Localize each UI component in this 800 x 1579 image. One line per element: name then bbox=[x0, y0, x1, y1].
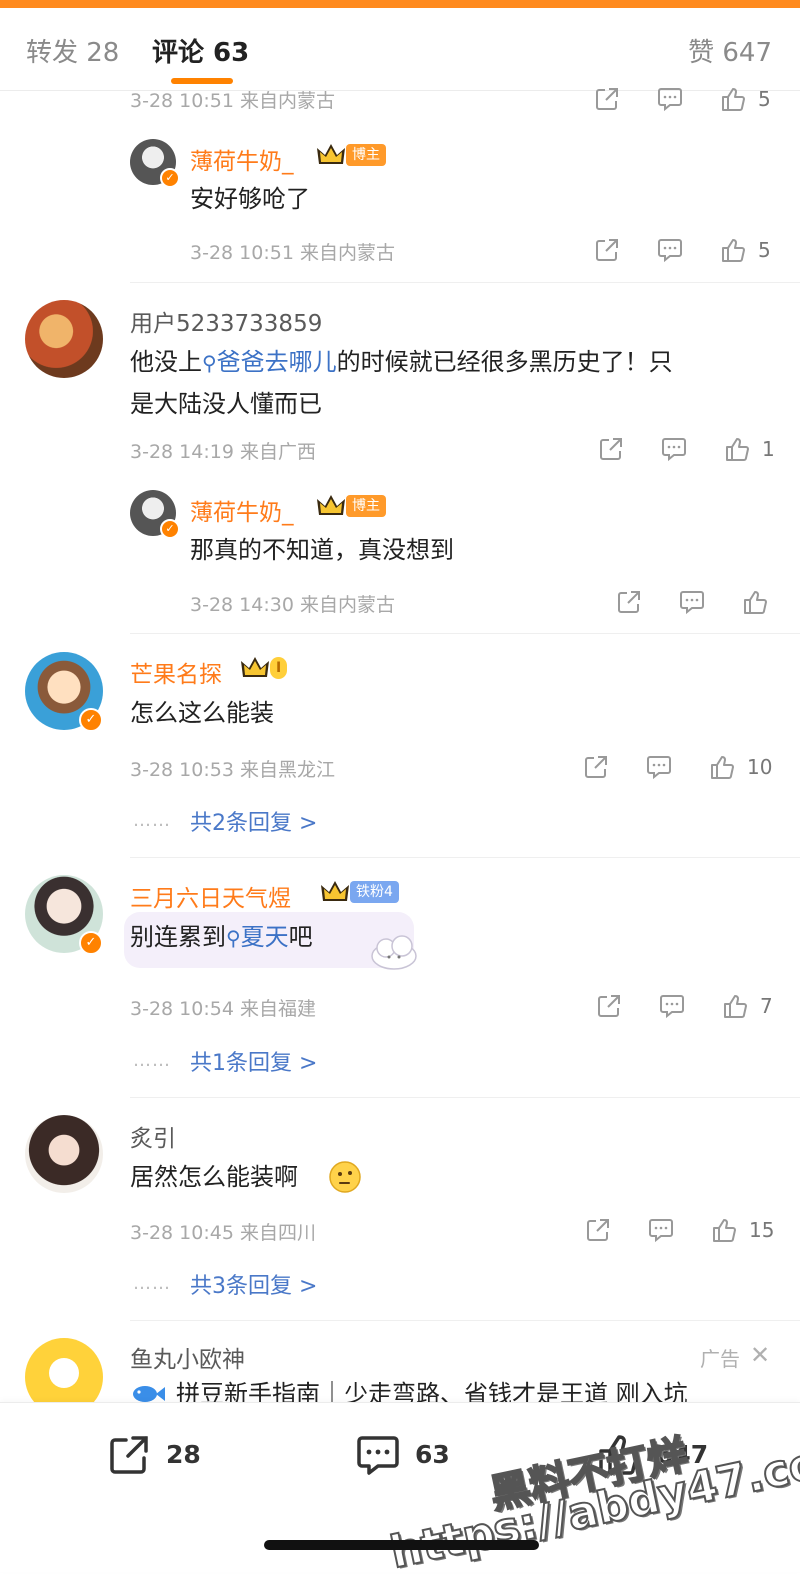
topic-link-label: 夏天 bbox=[240, 923, 289, 951]
comment-text: 别连累到⚲夏天吧 bbox=[130, 916, 313, 959]
comment-icon[interactable] bbox=[648, 1217, 674, 1243]
repost-icon[interactable] bbox=[106, 1432, 152, 1478]
share-icon[interactable] bbox=[583, 754, 609, 780]
topic-link[interactable]: ⚲夏天 bbox=[226, 923, 289, 951]
like-count: 7 bbox=[760, 994, 773, 1018]
view-replies-link[interactable]: 共3条回复 > bbox=[190, 1268, 317, 1300]
reply-dots: …… bbox=[133, 810, 171, 831]
verified-badge-icon: ✓ bbox=[160, 519, 180, 539]
crown-icon bbox=[321, 881, 349, 901]
comment-text-part: 的时候就已经很多黑历史了！只 bbox=[336, 348, 673, 376]
topic-link-label: 爸爸去哪儿 bbox=[216, 348, 337, 376]
comment-meta: 3-28 10:53 来自黑龙江 bbox=[130, 759, 335, 781]
comment-meta: 3-28 10:51 来自内蒙古 bbox=[190, 242, 395, 264]
like-count: 10 bbox=[747, 755, 773, 779]
comment-meta: 3-28 10:51 来自内蒙古 bbox=[130, 90, 335, 112]
like-count: 5 bbox=[758, 238, 771, 262]
share-icon[interactable] bbox=[598, 436, 624, 462]
blogger-badge: 博主 bbox=[346, 495, 386, 517]
username[interactable]: 三月六日天气煜 bbox=[130, 879, 291, 913]
avatar[interactable] bbox=[25, 1115, 103, 1193]
comment-icon[interactable] bbox=[657, 237, 683, 263]
comment-icon[interactable] bbox=[661, 436, 687, 462]
tab-bar: 转发 28 评论 63 赞 647 bbox=[0, 8, 800, 91]
member-level-badge: I bbox=[270, 657, 288, 679]
blogger-badge: 博主 bbox=[346, 144, 386, 166]
like-icon[interactable] bbox=[722, 993, 748, 1019]
top-accent-bar bbox=[0, 0, 800, 8]
divider bbox=[130, 1320, 800, 1321]
like-icon[interactable] bbox=[720, 237, 746, 263]
comment-text: 他没上⚲爸爸去哪儿的时候就已经很多黑历史了！只 bbox=[130, 341, 790, 384]
tab-comments[interactable]: 评论 63 bbox=[152, 32, 249, 69]
share-icon[interactable] bbox=[585, 1217, 611, 1243]
comment-count: 63 bbox=[415, 1440, 450, 1469]
active-tab-indicator bbox=[171, 78, 233, 84]
fan-level-badge: 铁粉4 bbox=[350, 881, 399, 903]
ad-label: 广告 bbox=[700, 1347, 740, 1371]
comment-meta: 3-28 14:19 来自广西 bbox=[130, 441, 316, 463]
view-replies-link[interactable]: 共2条回复 > bbox=[190, 805, 317, 837]
avatar[interactable] bbox=[25, 300, 103, 378]
share-icon[interactable] bbox=[594, 86, 620, 112]
comment-text-line2: 是大陆没人懂而已 bbox=[130, 390, 322, 418]
crown-icon bbox=[317, 495, 345, 515]
home-indicator[interactable] bbox=[264, 1540, 539, 1550]
comment-text: 那真的不知道，真没想到 bbox=[190, 536, 454, 564]
cloud-decoration-icon bbox=[371, 935, 417, 970]
like-icon[interactable] bbox=[711, 1217, 737, 1243]
like-count: 15 bbox=[749, 1218, 775, 1242]
comment-text-part: 他没上 bbox=[130, 348, 202, 376]
comment-icon[interactable] bbox=[679, 589, 705, 615]
divider bbox=[130, 633, 800, 634]
search-icon: ⚲ bbox=[226, 926, 241, 950]
verified-badge-icon: ✓ bbox=[160, 168, 180, 188]
like-icon[interactable] bbox=[724, 436, 750, 462]
verified-badge-icon: ✓ bbox=[79, 931, 103, 955]
ad-username[interactable]: 鱼丸小欧神 bbox=[130, 1340, 245, 1374]
ad-avatar-face bbox=[49, 1358, 79, 1388]
comment-text: 安好够呛了 bbox=[190, 185, 310, 213]
comment-text-part: 吧 bbox=[288, 923, 313, 951]
share-icon[interactable] bbox=[594, 237, 620, 263]
tab-repost[interactable]: 转发 28 bbox=[26, 32, 119, 69]
like-icon[interactable] bbox=[709, 754, 735, 780]
share-icon[interactable] bbox=[596, 993, 622, 1019]
username[interactable]: 芒果名探 bbox=[130, 655, 222, 689]
like-icon[interactable] bbox=[720, 86, 746, 112]
comment-meta: 3-28 14:30 来自内蒙古 bbox=[190, 594, 395, 616]
comment-text: 怎么这么能装 bbox=[130, 699, 274, 727]
like-icon[interactable] bbox=[742, 589, 768, 615]
tab-likes[interactable]: 赞 647 bbox=[688, 32, 772, 69]
share-icon[interactable] bbox=[616, 589, 642, 615]
search-icon: ⚲ bbox=[202, 351, 217, 375]
comment-icon[interactable] bbox=[657, 86, 683, 112]
topic-link[interactable]: ⚲爸爸去哪儿 bbox=[202, 348, 337, 376]
divider bbox=[130, 1097, 800, 1098]
username[interactable]: 用户5233733859 bbox=[130, 304, 322, 338]
reply-dots: …… bbox=[133, 1273, 171, 1294]
username[interactable]: 炙引 bbox=[130, 1119, 176, 1153]
like-count: 1 bbox=[762, 437, 775, 461]
verified-badge-icon: ✓ bbox=[79, 708, 103, 732]
comment-icon[interactable] bbox=[355, 1432, 401, 1478]
comment-text-part: 别连累到 bbox=[130, 923, 226, 951]
crown-icon bbox=[317, 144, 345, 164]
crown-icon bbox=[241, 657, 269, 677]
username[interactable]: 薄荷牛奶_ bbox=[190, 142, 294, 176]
username[interactable]: 薄荷牛奶_ bbox=[190, 493, 294, 527]
like-count: 5 bbox=[758, 87, 771, 111]
divider bbox=[130, 857, 800, 858]
comment-icon[interactable] bbox=[646, 754, 672, 780]
repost-count: 28 bbox=[166, 1440, 201, 1469]
close-icon[interactable]: ✕ bbox=[750, 1341, 770, 1369]
comment-meta: 3-28 10:45 来自四川 bbox=[130, 1222, 316, 1244]
comment-icon[interactable] bbox=[659, 993, 685, 1019]
divider bbox=[130, 282, 800, 283]
thinking-emoji-icon bbox=[329, 1161, 361, 1193]
view-replies-link[interactable]: 共1条回复 > bbox=[190, 1045, 317, 1077]
reply-dots: …… bbox=[133, 1050, 171, 1071]
comment-meta: 3-28 10:54 来自福建 bbox=[130, 998, 316, 1020]
comment-text: 居然怎么能装啊 bbox=[130, 1163, 298, 1191]
